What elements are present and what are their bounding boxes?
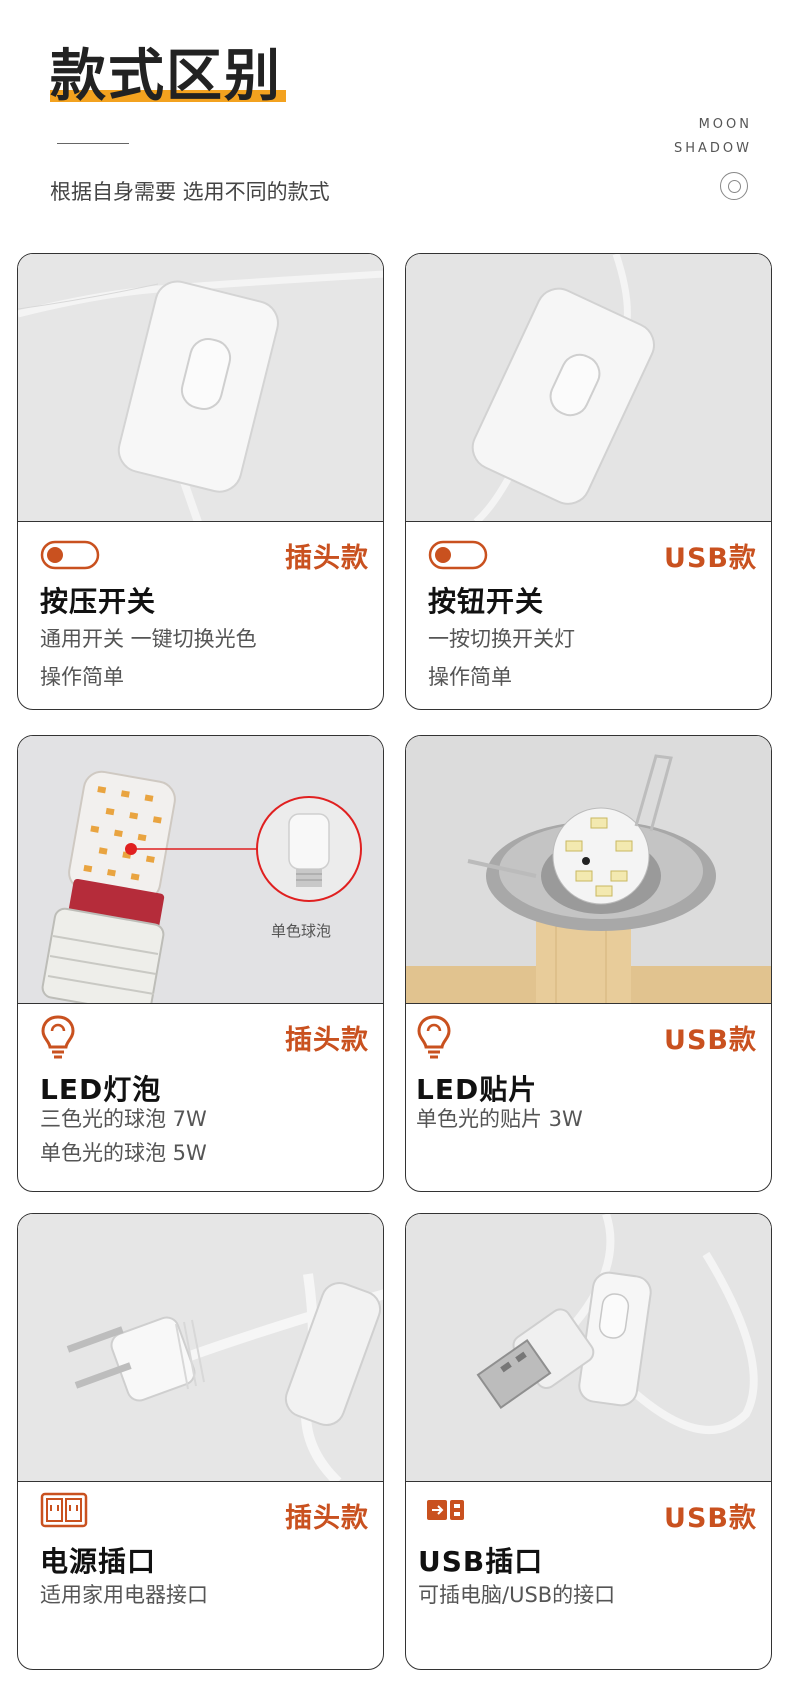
power-socket-icon — [40, 1492, 88, 1532]
photo-label-single-bulb: 单色球泡 — [271, 922, 332, 940]
tag-usb: USB款 — [664, 1503, 757, 1534]
card-press-switch: 插头款 按压开关 通用开关 一键切换光色 操作简单 — [17, 253, 384, 710]
header: 款式区别 根据自身需要 选用不同的款式 MOON SHADOW — [0, 0, 790, 240]
feature-desc-1: 通用开关 一键切换光色 — [40, 627, 257, 651]
info-press-switch: 插头款 按压开关 通用开关 一键切换光色 操作简单 — [18, 520, 383, 709]
toggle-switch-icon — [428, 540, 488, 574]
title-block: 款式区别 — [50, 44, 286, 110]
card-button-switch: USB款 按钮开关 一按切换开关灯 操作简单 — [405, 253, 772, 710]
target-circle-icon — [720, 172, 748, 200]
divider — [57, 143, 129, 144]
tag-usb: USB款 — [664, 543, 757, 574]
page-subtitle: 根据自身需要 选用不同的款式 — [50, 180, 330, 204]
card-led-bulb: 单色球泡 插头款 LED灯泡 三色光的球泡 7W 单色光的球泡 5W — [17, 735, 384, 1192]
info-led-chip: USB款 LED贴片 单色光的贴片 3W — [406, 1002, 771, 1191]
tag-plug: 插头款 — [285, 1503, 369, 1534]
brand-line-1: MOON — [698, 117, 752, 132]
photo-led-bulb: 单色球泡 — [18, 736, 383, 1004]
photo-usb-plug — [406, 1214, 771, 1482]
info-power-socket: 插头款 电源插口 适用家用电器接口 — [18, 1480, 383, 1669]
usb-port-icon — [426, 1498, 466, 1526]
photo-press-switch — [18, 254, 383, 522]
feature-desc-2: 单色光的球泡 5W — [40, 1141, 207, 1165]
card-usb-port: USB款 USB插口 可插电脑/USB的接口 — [405, 1213, 772, 1670]
tag-plug: 插头款 — [285, 543, 369, 574]
info-usb-port: USB款 USB插口 可插电脑/USB的接口 — [406, 1480, 771, 1669]
info-button-switch: USB款 按钮开关 一按切换开关灯 操作简单 — [406, 520, 771, 709]
feature-desc-1: 一按切换开关灯 — [428, 627, 575, 651]
feature-title: USB插口 — [418, 1545, 544, 1578]
feature-desc-1: 单色光的贴片 3W — [416, 1107, 583, 1131]
feature-desc-2: 操作简单 — [428, 665, 512, 689]
feature-desc-1: 适用家用电器接口 — [40, 1583, 208, 1607]
photo-button-switch — [406, 254, 771, 522]
light-bulb-icon — [40, 1014, 76, 1064]
feature-desc-1: 可插电脑/USB的接口 — [418, 1583, 616, 1607]
feature-desc-2: 操作简单 — [40, 665, 124, 689]
feature-desc-1: 三色光的球泡 7W — [40, 1107, 207, 1131]
photo-led-chip — [406, 736, 771, 1004]
tag-plug: 插头款 — [285, 1025, 369, 1056]
card-led-chip: USB款 LED贴片 单色光的贴片 3W — [405, 735, 772, 1192]
feature-title: 按压开关 — [40, 585, 157, 618]
feature-title: 电源插口 — [40, 1545, 157, 1578]
card-power-socket: 插头款 电源插口 适用家用电器接口 — [17, 1213, 384, 1670]
feature-title: 按钮开关 — [428, 585, 545, 618]
light-bulb-icon — [416, 1014, 452, 1064]
photo-power-plug — [18, 1214, 383, 1482]
tag-usb: USB款 — [664, 1025, 757, 1056]
toggle-switch-icon — [40, 540, 100, 574]
brand-text: MOON SHADOW — [674, 113, 752, 161]
info-led-bulb: 插头款 LED灯泡 三色光的球泡 7W 单色光的球泡 5W — [18, 1002, 383, 1191]
page-title: 款式区别 — [50, 44, 282, 109]
brand-line-2: SHADOW — [673, 141, 752, 156]
